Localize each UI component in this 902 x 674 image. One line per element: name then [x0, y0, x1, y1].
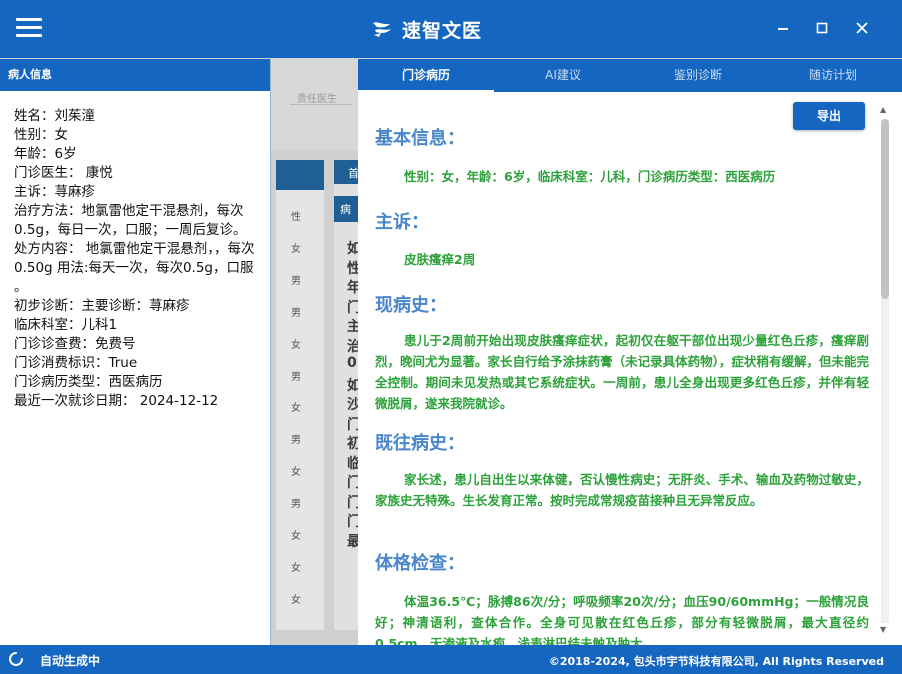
- background-sex-cell: 男: [291, 371, 301, 383]
- section-text-physical-exam: 体温36.5℃；脉搏86次/分；呼吸频率20次/分；血压90/60mmHg；一般…: [375, 594, 869, 645]
- patient-info-body: 姓名：刘茱潼 性别：女 年龄：6岁 门诊医生： 康悦 主诉：荨麻疹 治疗方法：地…: [0, 91, 270, 411]
- section-text-basic-info: 性别：女，年龄：6岁，临床科室：儿科，门诊病历类型：西医病历: [404, 169, 776, 184]
- copyright-text: ©2018-2024, 包头市宇节科技有限公司, All Rights Rese…: [548, 655, 884, 668]
- background-sex-cell: 女: [291, 339, 301, 351]
- record-scrollbar[interactable]: ▲ ▼: [878, 103, 891, 643]
- background-sex-cell: 男: [291, 499, 301, 511]
- background-side-tab-label: 病: [340, 203, 351, 216]
- patient-age: 年龄：6岁: [14, 146, 77, 162]
- minimize-icon[interactable]: [774, 19, 792, 37]
- patient-diagnosis: 初步诊断：主要诊断：荨麻疹: [14, 298, 190, 314]
- background-sex-cell: 女: [291, 467, 301, 479]
- scroll-down-arrow-icon[interactable]: ▼: [880, 625, 886, 634]
- record-tabs: 门诊病历 AI建议 鉴别诊断 随访计划: [358, 59, 902, 92]
- app-title: 速智文医: [402, 20, 483, 42]
- close-icon[interactable]: [853, 19, 871, 37]
- patient-treatment: 治疗方法：地氯雷他定干混悬剂，每次0.5g，每日一次，口服；一周后复诊。: [14, 203, 247, 238]
- status-text: 自动生成中: [40, 654, 101, 668]
- background-sex-cell: 女: [291, 562, 301, 574]
- hamburger-icon[interactable]: [16, 18, 44, 38]
- patient-info-panel: 病人信息 姓名：刘茱潼 性别：女 年龄：6岁 门诊医生： 康悦 主诉：荨麻疹 治…: [0, 59, 271, 645]
- patient-info-header: 病人信息: [0, 59, 270, 91]
- background-sex-cell: 女: [291, 403, 301, 415]
- background-sex-cell: 女: [291, 594, 301, 606]
- background-table-header: [276, 160, 324, 190]
- patient-fee: 门诊诊查费：免费号: [14, 336, 136, 352]
- section-title-physical-exam: 体格检查：: [375, 553, 465, 574]
- patient-prescription: 处方内容： 地氯雷他定干混悬剂，，每次0.50g 用法:每天一次，每次0.5g，…: [14, 241, 255, 295]
- patient-consume-flag: 门诊消费标识：True: [14, 355, 138, 371]
- background-sex-cell: 男: [291, 275, 301, 287]
- tab-followup-plan[interactable]: 随访计划: [768, 59, 898, 92]
- scrollbar-thumb[interactable]: [881, 119, 889, 299]
- background-sex-cell: 女: [291, 531, 301, 542]
- section-title-past-history: 既往病史：: [375, 433, 465, 454]
- background-sex-cell: 男: [291, 307, 301, 319]
- section-title-chief-complaint: 主诉：: [375, 212, 429, 233]
- section-text-present-illness: 患儿于2周前开始出现皮肤瘙痒症状，起初仅在躯干部位出现少量红色丘疹，瘙痒剧烈，晚…: [375, 333, 869, 411]
- section-text-chief-complaint: 皮肤瘙痒2周: [404, 252, 476, 267]
- patient-complaint: 主诉：荨麻疹: [14, 184, 95, 200]
- background-side-char: 0: [347, 355, 357, 371]
- tab-differential-diagnosis[interactable]: 鉴别诊断: [633, 59, 763, 92]
- patient-record-type: 门诊病历类型：西医病历: [14, 374, 163, 390]
- status-bar: 自动生成中 ©2018-2024, 包头市宇节科技有限公司, All Right…: [0, 645, 902, 674]
- record-panel: 门诊病历 AI建议 鉴别诊断 随访计划 基本信息： 性别：女，年龄：6岁，临床科…: [358, 59, 902, 645]
- export-button[interactable]: 导出: [793, 102, 865, 130]
- patient-last-visit: 最近一次就诊日期： 2024-12-12: [14, 393, 219, 409]
- background-sex-cell: 性: [291, 212, 301, 223]
- tab-outpatient-record[interactable]: 门诊病历: [361, 59, 491, 92]
- maximize-icon[interactable]: [813, 19, 831, 37]
- patient-name: 姓名：刘茱潼: [14, 108, 95, 124]
- background-sex-cell: 男: [291, 435, 301, 447]
- patient-sex: 性别：女: [14, 127, 68, 143]
- bird-logo-icon: [373, 22, 391, 37]
- tab-ai-suggestion[interactable]: AI建议: [498, 59, 628, 92]
- record-content[interactable]: 基本信息： 性别：女，年龄：6岁，临床科室：儿科，门诊病历类型：西医病历 主诉：…: [358, 92, 878, 645]
- patient-doctor: 门诊医生： 康悦: [14, 165, 113, 181]
- background-field-label: 责任医生: [297, 94, 337, 105]
- background-field-line: [290, 104, 352, 105]
- section-title-present-illness: 现病史：: [375, 295, 447, 316]
- title-bar: 速智文医: [0, 0, 902, 58]
- section-text-past-history: 家长述，患儿自出生以来体健，否认慢性病史；无肝炎、手术、输血及药物过敏史，家族史…: [375, 472, 869, 508]
- scroll-up-arrow-icon[interactable]: ▲: [880, 105, 886, 114]
- loading-spinner-icon: [9, 652, 23, 666]
- patient-department: 临床科室：儿科1: [14, 317, 118, 333]
- background-sex-cell: 女: [291, 243, 301, 255]
- section-title-basic-info: 基本信息：: [375, 128, 465, 149]
